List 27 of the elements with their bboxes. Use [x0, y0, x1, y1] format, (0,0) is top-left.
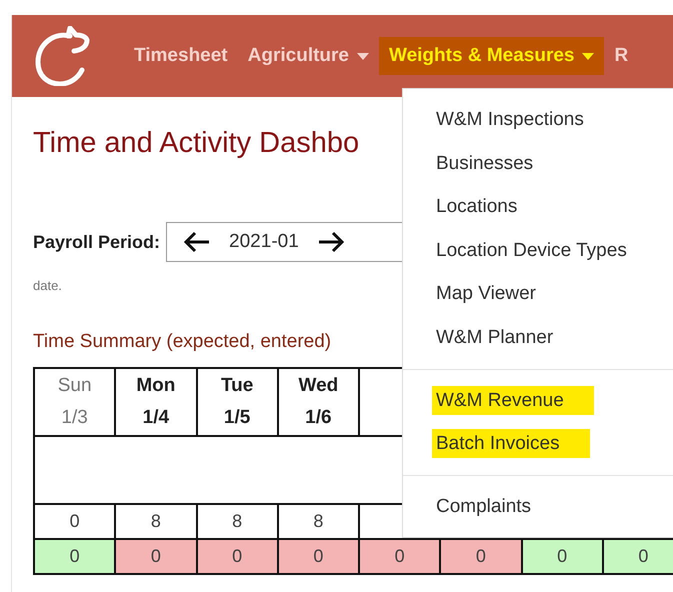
menu-item[interactable]: W&M Inspections	[403, 98, 673, 142]
day-header-cell: Mon 1/4	[115, 368, 196, 436]
table-cell: 0	[196, 539, 278, 574]
cat-logo-icon[interactable]	[34, 26, 90, 86]
section-title: Time Summary (expected, entered)	[33, 331, 332, 353]
table-cell: 0	[359, 539, 440, 574]
table-cell: 0	[522, 539, 603, 574]
table-cell: 0	[115, 539, 196, 574]
menu-item[interactable]: Complaints	[403, 484, 673, 528]
day-header-cell: Sun 1/3	[34, 368, 116, 436]
note-text: date.	[33, 278, 62, 293]
nav-menu-item[interactable]: Weights & Measures	[379, 37, 604, 75]
payroll-period-label: Payroll Period:	[33, 232, 160, 252]
arrow-left-icon[interactable]	[183, 231, 212, 253]
arrow-right-icon[interactable]	[316, 231, 345, 253]
day-header-cell: Tue 1/5	[196, 368, 278, 436]
table-cell: 0	[34, 539, 116, 574]
table-cell: 0	[440, 539, 522, 574]
page-title: Time and Activity Dashbo	[33, 127, 360, 160]
menu-item[interactable]: Businesses	[403, 142, 673, 186]
menu-item[interactable]: Batch Invoices	[403, 422, 673, 466]
day-header-cell: Wed 1/6	[278, 368, 359, 436]
menu-item[interactable]: W&M Revenue	[403, 378, 673, 422]
menu-item[interactable]: Map Viewer	[403, 272, 673, 316]
table-cell: 0	[278, 539, 359, 574]
table-cell: 0	[602, 539, 673, 574]
menu-item[interactable]: W&M Planner	[403, 316, 673, 360]
